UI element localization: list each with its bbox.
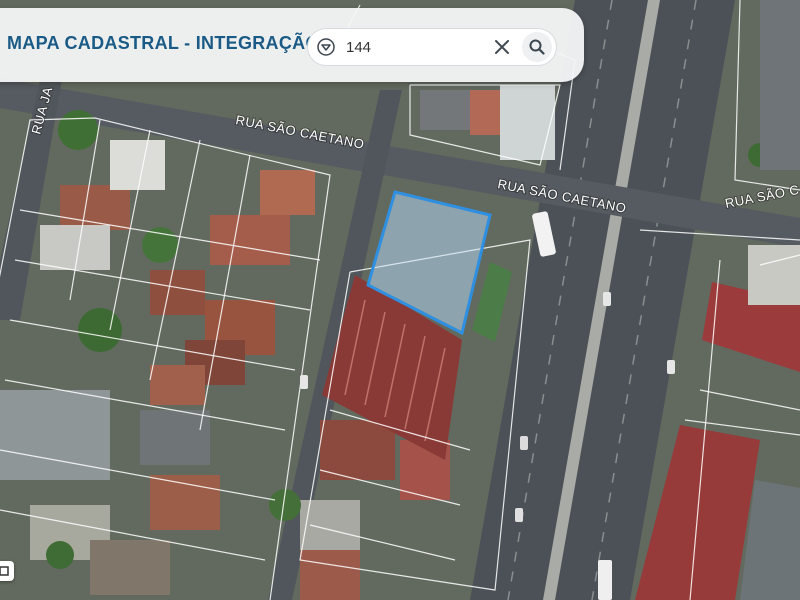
clear-search-button[interactable] <box>490 35 514 59</box>
search-bar <box>308 29 556 65</box>
layers-icon <box>0 566 9 576</box>
search-input[interactable] <box>346 37 476 57</box>
layers-button[interactable] <box>0 561 14 581</box>
close-icon <box>495 40 509 54</box>
top-bar: MAPA CADASTRAL - INTEGRAÇÃO <box>0 8 584 82</box>
app-title: MAPA CADASTRAL - INTEGRAÇÃO <box>7 33 320 53</box>
search-button[interactable] <box>522 32 552 62</box>
filter-dropdown-button[interactable] <box>308 29 344 65</box>
filter-dropdown-icon <box>317 38 335 56</box>
map-canvas[interactable]: RUA SÃO CAETANO RUA SÃO CAETANO RUA SÃO … <box>0 0 800 600</box>
search-icon <box>529 39 545 55</box>
